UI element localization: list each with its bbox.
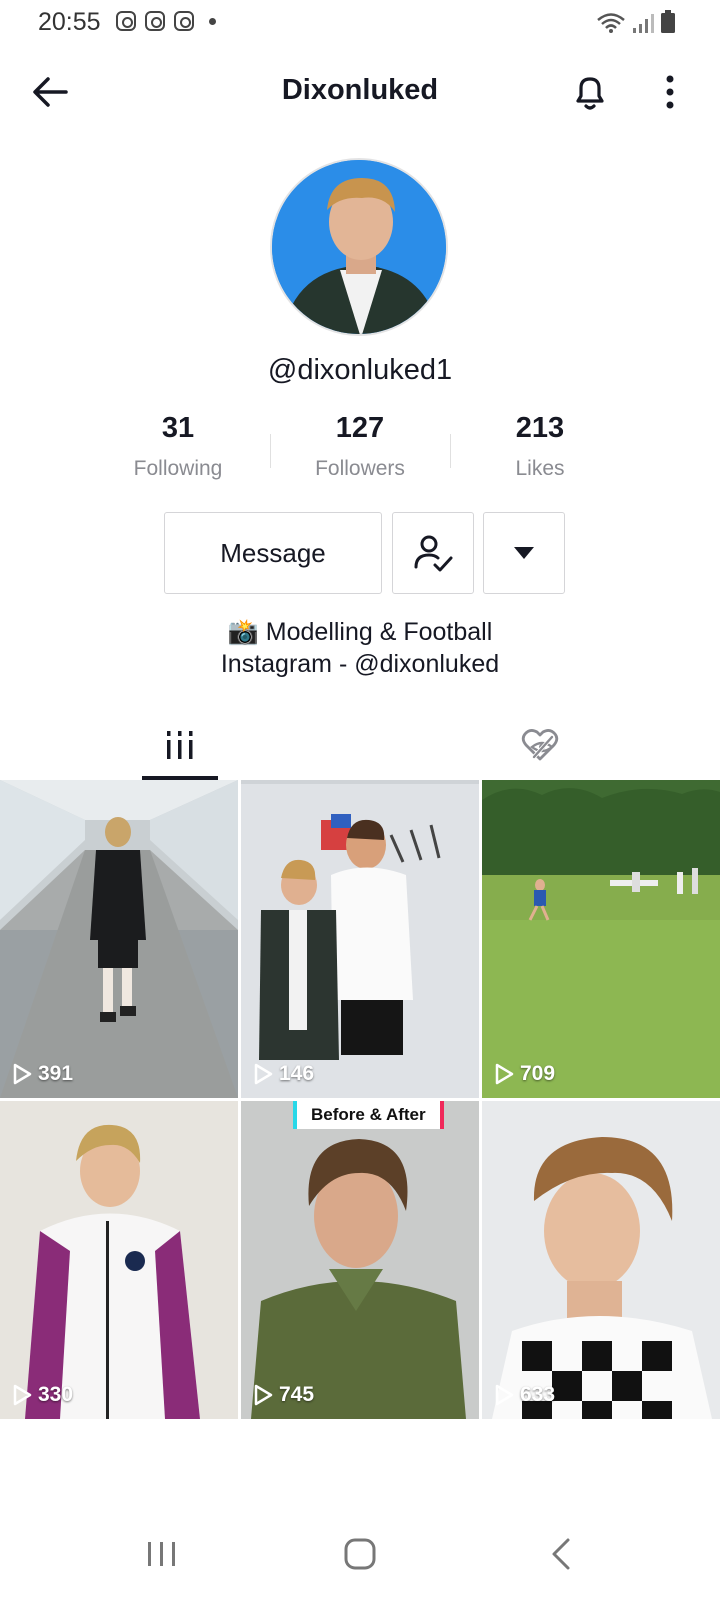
followers-count: 127 [335,412,385,444]
video-thumbnail[interactable]: 146 [241,780,479,1098]
home-button[interactable] [338,1532,382,1576]
view-count: 633 [494,1383,555,1407]
view-count-text: 633 [520,1383,556,1406]
tab-liked-videos[interactable] [502,710,578,780]
play-icon [495,1063,514,1085]
notification-bell-button[interactable] [568,70,612,114]
bio-line: Instagram - @dixonluked [220,650,500,678]
status-bar: 20:55 [0,0,720,46]
bell-icon [576,77,604,110]
system-back-button[interactable] [540,1532,584,1576]
recents-icon [148,1542,175,1566]
profile-avatar[interactable] [270,158,448,336]
suggested-accounts-button[interactable] [483,512,565,594]
likes-stat[interactable]: 213 Likes [450,412,630,481]
view-count-text: 745 [279,1383,315,1406]
message-button[interactable]: Message [164,512,382,594]
user-check-icon [414,535,453,572]
following-count: 31 [161,412,195,444]
status-time: 20:55 [38,8,101,36]
view-count-text: 709 [520,1062,556,1085]
profile-username: @dixonluked1 [267,354,453,386]
profile-tabs [0,710,720,780]
play-icon [254,1063,273,1085]
play-icon [13,1384,32,1406]
likes-label: Likes [515,457,565,480]
view-count-text: 391 [38,1062,74,1085]
profile-bio: 📸 Modelling & Football Instagram - @dixo… [0,616,720,680]
signal-icon [633,14,654,33]
more-vertical-icon [666,75,674,109]
tab-videos[interactable] [142,710,218,780]
video-thumbnail[interactable]: 391 [0,780,238,1098]
status-notification-icons [116,11,216,31]
instagram-icon [174,11,194,31]
instagram-icon [145,11,165,31]
more-options-button[interactable] [648,70,692,114]
following-stat[interactable]: 31 Following [88,412,268,481]
view-count: 146 [253,1062,314,1086]
likes-count: 213 [515,412,565,444]
play-icon [495,1384,514,1406]
battery-icon [661,10,675,33]
recents-button[interactable] [140,1532,184,1576]
video-thumbnail[interactable]: 709 [482,780,720,1098]
following-status-button[interactable] [392,512,474,594]
bio-line: 📸 Modelling & Football [227,618,493,646]
following-label: Following [133,457,223,480]
status-system-icons [596,10,676,34]
notification-dot-icon [209,17,216,25]
view-count: 330 [12,1383,73,1407]
profile-header: Dixonluked [0,60,720,126]
view-count: 391 [12,1062,73,1086]
back-icon [552,1538,570,1570]
video-thumbnail[interactable]: Before & After 745 [241,1101,479,1419]
instagram-icon [116,11,136,31]
play-icon [254,1384,273,1406]
followers-stat[interactable]: 127 Followers [270,412,450,481]
system-nav-bar [0,1520,720,1590]
wifi-icon [597,13,625,33]
video-thumbnail[interactable]: 633 [482,1101,720,1419]
video-thumbnail[interactable]: 330 [0,1101,238,1419]
grid-columns-icon [167,731,193,759]
caret-down-icon [514,547,534,559]
video-overlay-text: Before & After [293,1101,444,1129]
page-title: Dixonluked [281,74,439,106]
followers-label: Followers [315,457,405,480]
view-count: 745 [253,1383,314,1407]
home-icon [344,1538,376,1570]
play-icon [13,1063,32,1085]
heart-hidden-icon [521,729,559,761]
view-count-text: 330 [38,1383,74,1406]
view-count-text: 146 [279,1062,315,1085]
view-count: 709 [494,1062,555,1086]
